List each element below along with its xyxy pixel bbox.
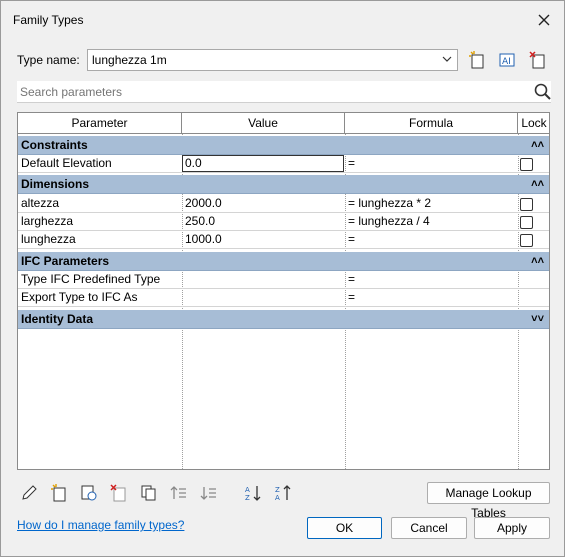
new-parameter-icon — [51, 484, 66, 502]
new-type-button[interactable] — [466, 49, 488, 71]
parameters-grid: Parameter Value Formula Lock Constraints… — [17, 112, 550, 470]
svg-text:AI: AI — [502, 57, 511, 67]
chevron-down-icon — [442, 56, 452, 62]
table-row: larghezza 250.0 = lunghezza / 4 — [18, 213, 549, 231]
lock-checkbox[interactable] — [520, 234, 533, 247]
lock-checkbox[interactable] — [520, 198, 533, 211]
table-row: lunghezza 1000.0 = — [18, 231, 549, 249]
collapse-icon[interactable]: ˄˄ — [531, 175, 544, 194]
svg-text:Z: Z — [275, 486, 280, 494]
expand-icon[interactable]: ˅˅ — [531, 310, 544, 329]
value-field[interactable] — [182, 289, 345, 307]
type-name-label: Type name: — [17, 53, 80, 67]
edit-parameter-button[interactable] — [18, 482, 40, 504]
new-parameter-button[interactable] — [48, 482, 70, 504]
formula-field[interactable]: = — [345, 271, 518, 289]
param-name: lunghezza — [21, 232, 76, 246]
sort-ascending-icon: A Z — [245, 486, 261, 502]
lock-checkbox[interactable] — [520, 216, 533, 229]
rename-type-icon: AI — [499, 53, 515, 67]
collapse-icon[interactable]: ˄˄ — [531, 136, 544, 155]
column-header-formula[interactable]: Formula — [345, 113, 518, 133]
value-field[interactable] — [182, 271, 345, 289]
title-bar: Family Types — [1, 1, 564, 39]
properties-icon — [81, 485, 97, 501]
param-name: larghezza — [21, 214, 74, 228]
move-down-icon — [200, 487, 216, 500]
svg-text:A: A — [245, 486, 250, 494]
param-name: Type IFC Predefined Type — [21, 272, 161, 286]
move-down-button[interactable] — [198, 482, 220, 504]
group-label: Dimensions — [21, 177, 90, 191]
search-parameters-input[interactable] — [17, 81, 551, 103]
column-header-parameter[interactable]: Parameter — [18, 113, 182, 133]
sort-descending-button[interactable]: Z A — [272, 482, 294, 504]
formula-field[interactable]: = — [345, 231, 518, 249]
column-header-lock[interactable]: Lock — [518, 113, 549, 133]
rename-type-button[interactable]: AI — [496, 49, 518, 71]
formula-field[interactable]: = — [345, 155, 518, 173]
type-name-dropdown[interactable]: lunghezza 1m — [87, 49, 458, 71]
value-field[interactable]: 2000.0 — [182, 195, 345, 213]
cancel-button[interactable]: Cancel — [391, 517, 467, 539]
group-label: IFC Parameters — [21, 254, 110, 268]
type-name-value: lunghezza 1m — [92, 53, 167, 67]
svg-text:Z: Z — [245, 494, 250, 502]
group-constraints[interactable]: Constraints ˄˄ — [18, 136, 549, 155]
sort-ascending-button[interactable]: A Z — [242, 482, 264, 504]
value-field[interactable]: 250.0 — [182, 213, 345, 231]
group-dimensions[interactable]: Dimensions ˄˄ — [18, 175, 549, 194]
table-row: Default Elevation 0.0 = — [18, 155, 549, 173]
move-up-button[interactable] — [168, 482, 190, 504]
help-link[interactable]: How do I manage family types? — [17, 518, 184, 532]
manage-lookup-tables-button[interactable]: Manage Lookup Tables — [427, 482, 550, 520]
group-label: Constraints — [21, 138, 88, 152]
group-identity-data[interactable]: Identity Data ˅˅ — [18, 310, 549, 329]
sort-descending-icon: Z A — [275, 485, 291, 502]
close-icon — [538, 14, 550, 26]
copy-parameter-button[interactable] — [138, 482, 160, 504]
parameter-properties-button[interactable] — [78, 482, 100, 504]
lock-checkbox[interactable] — [520, 158, 533, 171]
delete-parameter-icon — [110, 484, 126, 502]
value-field[interactable]: 1000.0 — [182, 231, 345, 249]
close-button[interactable] — [530, 7, 558, 33]
delete-parameter-button[interactable] — [108, 482, 130, 504]
ok-button[interactable]: OK — [307, 517, 382, 539]
group-label: Identity Data — [21, 312, 94, 326]
param-name: Export Type to IFC As — [21, 290, 138, 304]
param-name: Default Elevation — [21, 156, 112, 170]
column-header-value[interactable]: Value — [182, 113, 345, 133]
window-title: Family Types — [13, 13, 84, 27]
grid-header: Parameter Value Formula Lock — [18, 113, 549, 134]
delete-type-icon — [529, 51, 545, 69]
copy-icon — [141, 485, 156, 501]
formula-field[interactable]: = lunghezza / 4 — [345, 213, 518, 231]
pencil-icon — [22, 485, 37, 500]
search-icon[interactable] — [533, 82, 553, 102]
new-type-icon — [469, 51, 484, 69]
param-name: altezza — [21, 196, 60, 210]
table-row: Type IFC Predefined Type = — [18, 271, 549, 289]
formula-field[interactable]: = — [345, 289, 518, 307]
table-row: Export Type to IFC As = — [18, 289, 549, 307]
table-row: altezza 2000.0 = lunghezza * 2 — [18, 195, 549, 213]
move-up-icon — [170, 486, 186, 499]
collapse-icon[interactable]: ˄˄ — [531, 252, 544, 271]
value-field[interactable]: 0.0 — [182, 155, 344, 172]
svg-text:A: A — [275, 494, 280, 502]
family-types-dialog: Family Types Type name: lunghezza 1m AI — [0, 0, 565, 557]
group-ifc-parameters[interactable]: IFC Parameters ˄˄ — [18, 252, 549, 271]
formula-field[interactable]: = lunghezza * 2 — [345, 195, 518, 213]
delete-type-button[interactable] — [527, 49, 549, 71]
apply-button[interactable]: Apply — [474, 517, 550, 539]
